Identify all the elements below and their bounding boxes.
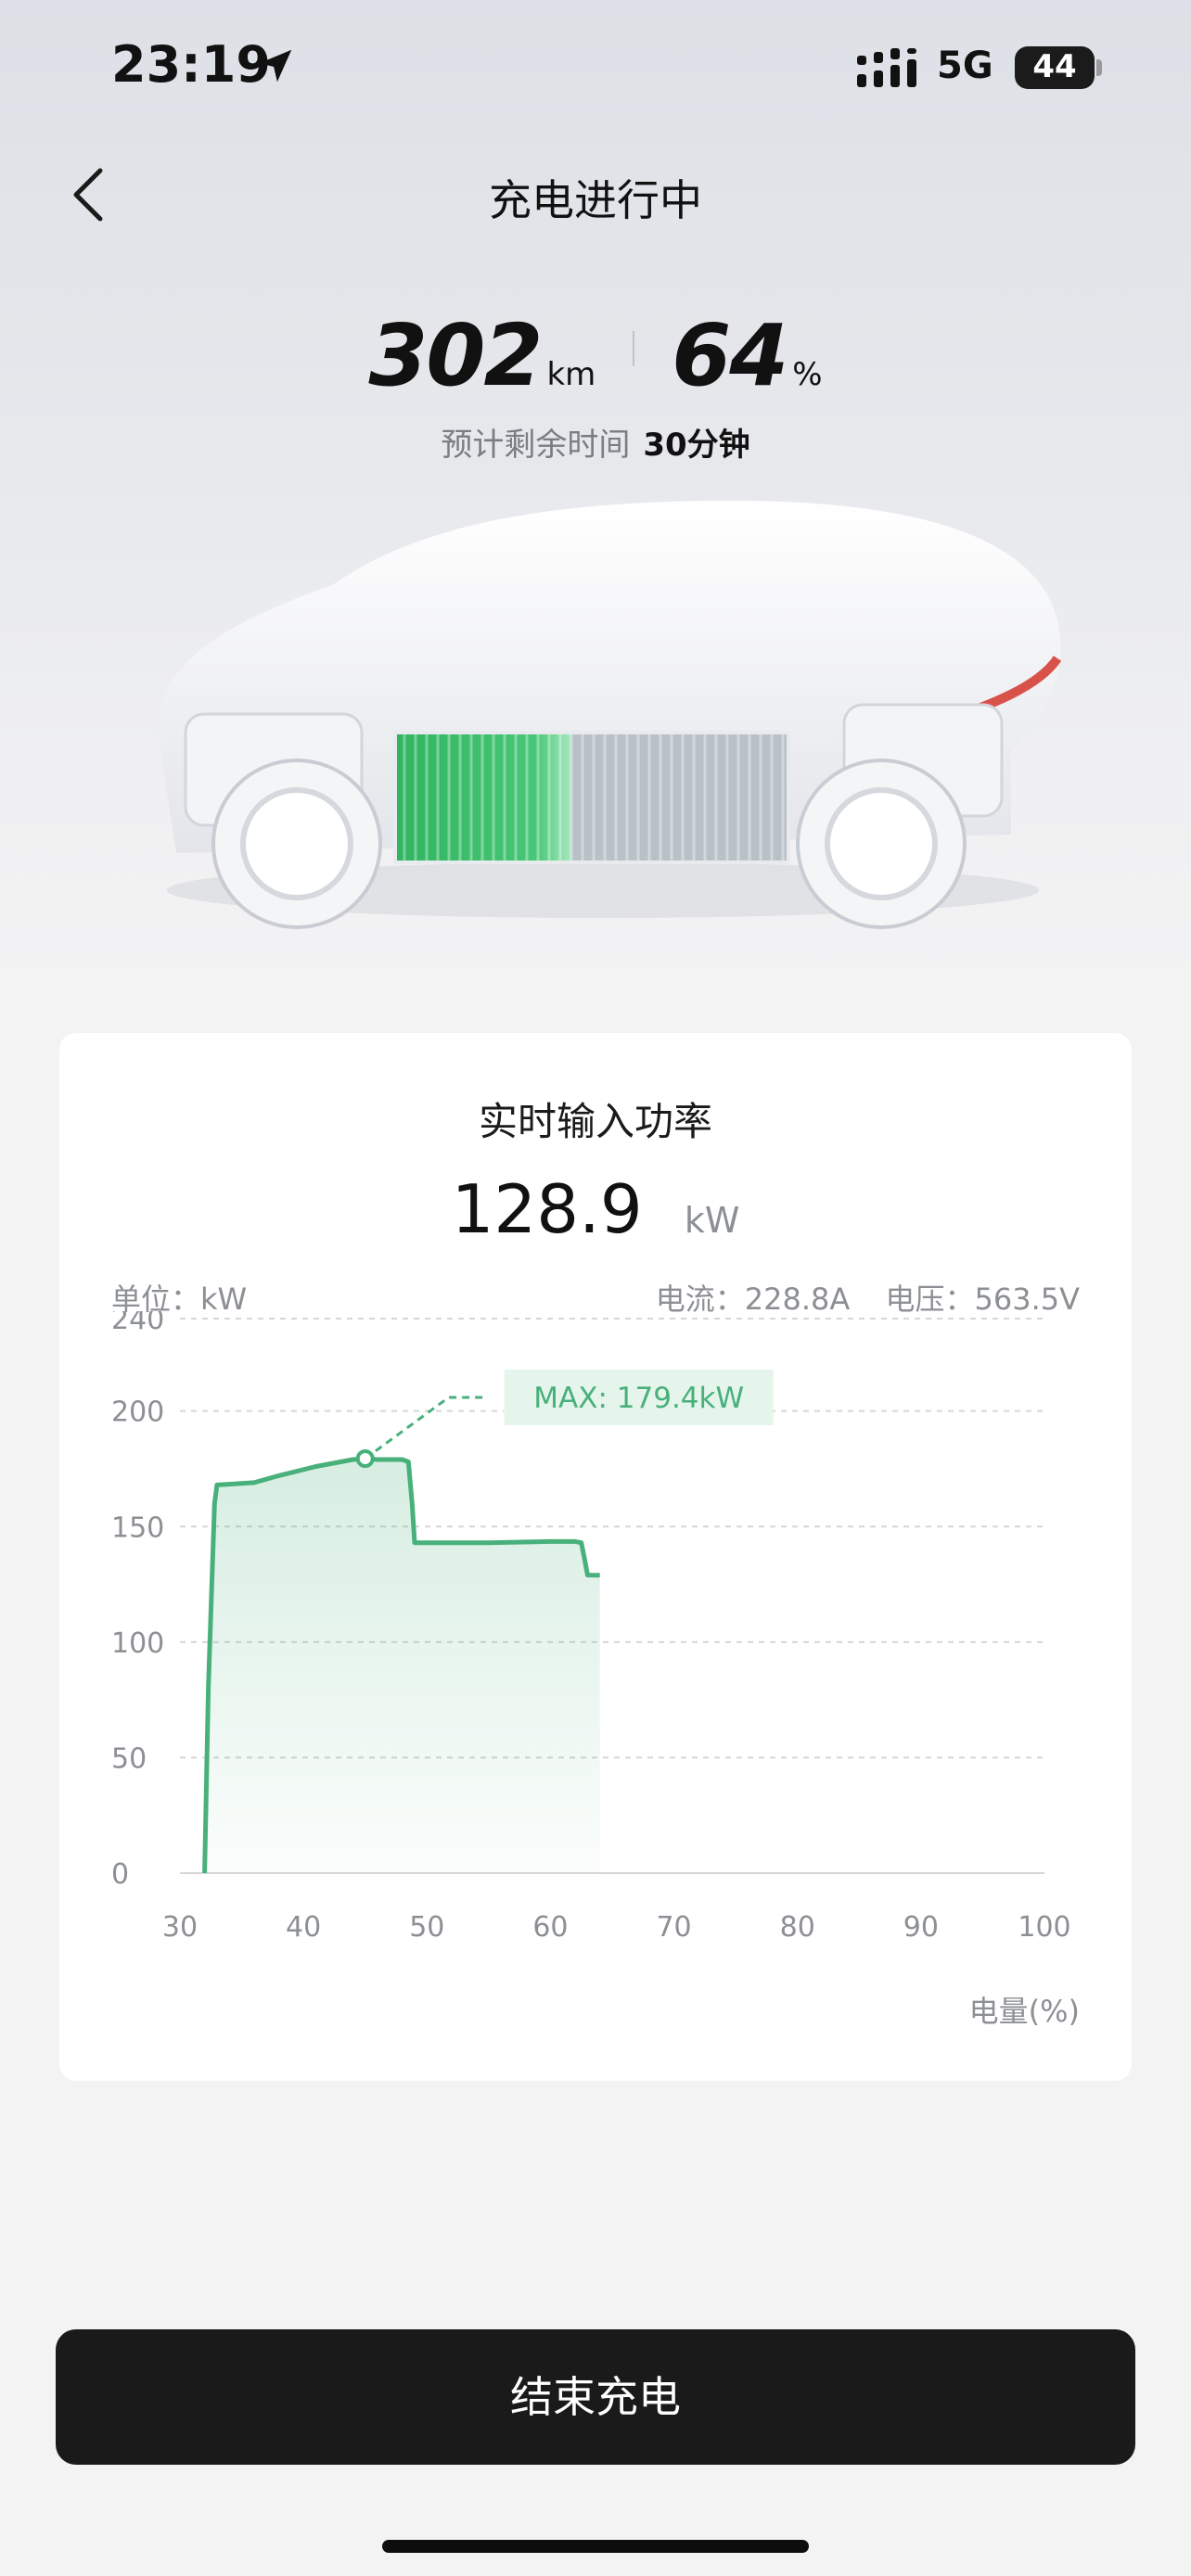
end-charging-button[interactable]: 结束充电: [56, 2329, 1135, 2465]
home-indicator: [382, 2540, 809, 2553]
cellular-signal-icon: [857, 48, 916, 87]
power-area: [204, 1459, 600, 1873]
max-leader-line: [364, 1396, 486, 1460]
battery-cap: [1096, 59, 1102, 76]
x-tick-label: 70: [656, 1911, 691, 1944]
front-wheel: [211, 759, 382, 929]
range-unit: km: [546, 356, 596, 393]
battery-level: 44: [1032, 48, 1077, 85]
y-tick-label: 100: [111, 1627, 164, 1660]
power-card: 实时输入功率 128.9 kW 单位：kW 电流：228.8A 电压：563.5…: [59, 1033, 1132, 2081]
remaining-time: 预计剩余时间 30分钟: [0, 419, 1191, 465]
location-arrow-icon: [259, 49, 292, 83]
x-axis-title: 电量(%): [968, 1994, 1080, 2029]
x-tick-label: 40: [286, 1911, 321, 1944]
x-tick-label: 60: [532, 1911, 568, 1944]
power-value: 128.9: [451, 1170, 643, 1248]
battery-icon: 44: [1015, 46, 1095, 89]
x-tick-label: 50: [409, 1911, 444, 1944]
network-label: 5G: [937, 45, 993, 87]
soc-unit: %: [792, 356, 823, 393]
status-time: 23:19: [111, 35, 271, 94]
y-tick-label: 0: [111, 1858, 129, 1891]
range-value: 302: [368, 306, 543, 405]
y-tick-label: 240: [111, 1311, 164, 1336]
charge-stats: 302 km 64 %: [0, 306, 1191, 405]
car-battery-illustration: [158, 501, 1062, 929]
x-tick-label: 30: [162, 1911, 198, 1944]
max-label: MAX: 179.4kW: [533, 1382, 744, 1415]
stats-divider: [633, 331, 635, 366]
y-tick-label: 150: [111, 1511, 164, 1544]
power-unit: kW: [684, 1200, 740, 1241]
card-title: 实时输入功率: [478, 1099, 712, 1144]
power-readout: 128.9 kW: [59, 1170, 1132, 1248]
x-tick-label: 90: [903, 1911, 939, 1944]
battery-pack: [393, 731, 790, 864]
soc-value: 64: [672, 306, 788, 405]
remaining-value: 30分钟: [643, 427, 750, 464]
y-tick-label: 50: [111, 1742, 147, 1775]
y-tick-label: 200: [111, 1396, 164, 1429]
x-tick-label: 100: [1018, 1911, 1070, 1944]
x-tick-label: 80: [780, 1911, 815, 1944]
rear-wheel: [796, 759, 967, 929]
remaining-label: 预计剩余时间: [441, 427, 631, 464]
page-title: 充电进行中: [489, 175, 702, 225]
power-chart: MAX: 179.4kW 0 50 100 150 200 240 30 40 50 60 70 80…: [111, 1311, 1071, 1944]
max-point: [355, 1448, 375, 1468]
